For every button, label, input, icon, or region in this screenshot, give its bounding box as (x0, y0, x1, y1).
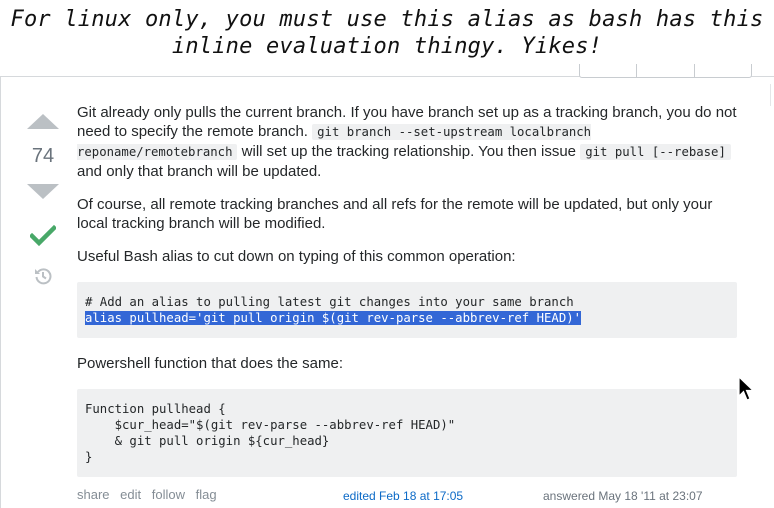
answer-paragraph: Useful Bash alias to cut down on typing … (77, 248, 516, 265)
code-block-powershell[interactable]: Function pullhead { $cur_head="$(git rev… (77, 389, 737, 477)
answer-paragraph: Git already only pulls the current branc… (77, 103, 737, 181)
flag-link[interactable]: flag (196, 487, 217, 502)
answer-paragraph: Powershell function that does the same: (77, 355, 343, 372)
post-menu: share edit follow flag (77, 487, 224, 502)
answer-paragraph: Of course, all remote tracking branches … (77, 196, 713, 232)
left-border (0, 76, 1, 508)
vote-down-arrow-icon[interactable] (27, 184, 59, 199)
text-span: and only that branch will be updated. (77, 163, 322, 180)
overlay-caption: For linux only, you must use this alias … (0, 6, 774, 72)
control-segment (580, 64, 638, 77)
code-block-bash[interactable]: # Add an alias to pulling latest git cha… (77, 282, 737, 338)
answered-timestamp: answered May 18 '11 at 23:07 (543, 489, 703, 503)
previous-post-controls (579, 64, 752, 78)
code-comment: # Add an alias to pulling latest git cha… (85, 295, 574, 309)
control-segment (637, 64, 695, 77)
history-icon[interactable] (33, 266, 53, 286)
vote-count: 74 (31, 145, 55, 167)
edited-timestamp-link[interactable]: edited Feb 18 at 17:05 (343, 489, 463, 503)
answer-body: Git already only pulls the current branc… (77, 103, 737, 493)
text-span: will set up the tracking relationship. Y… (237, 143, 581, 160)
inline-code: git pull [--rebase] (580, 144, 731, 160)
checkmark-icon (30, 224, 56, 247)
follow-link[interactable]: follow (152, 487, 185, 502)
selected-code-line[interactable]: alias pullhead='git pull origin $(git re… (85, 311, 582, 325)
edit-link[interactable]: edit (120, 487, 141, 502)
mouse-cursor-icon (738, 376, 754, 401)
vote-up-arrow-icon[interactable] (27, 114, 59, 129)
scrollbar-edge[interactable] (770, 84, 771, 106)
caption-line-1: For linux only, you must use this alias … (10, 7, 764, 32)
control-segment (695, 64, 751, 77)
share-link[interactable]: share (77, 487, 110, 502)
caption-line-2: inline evaluation thingy. Yikes! (171, 34, 603, 59)
